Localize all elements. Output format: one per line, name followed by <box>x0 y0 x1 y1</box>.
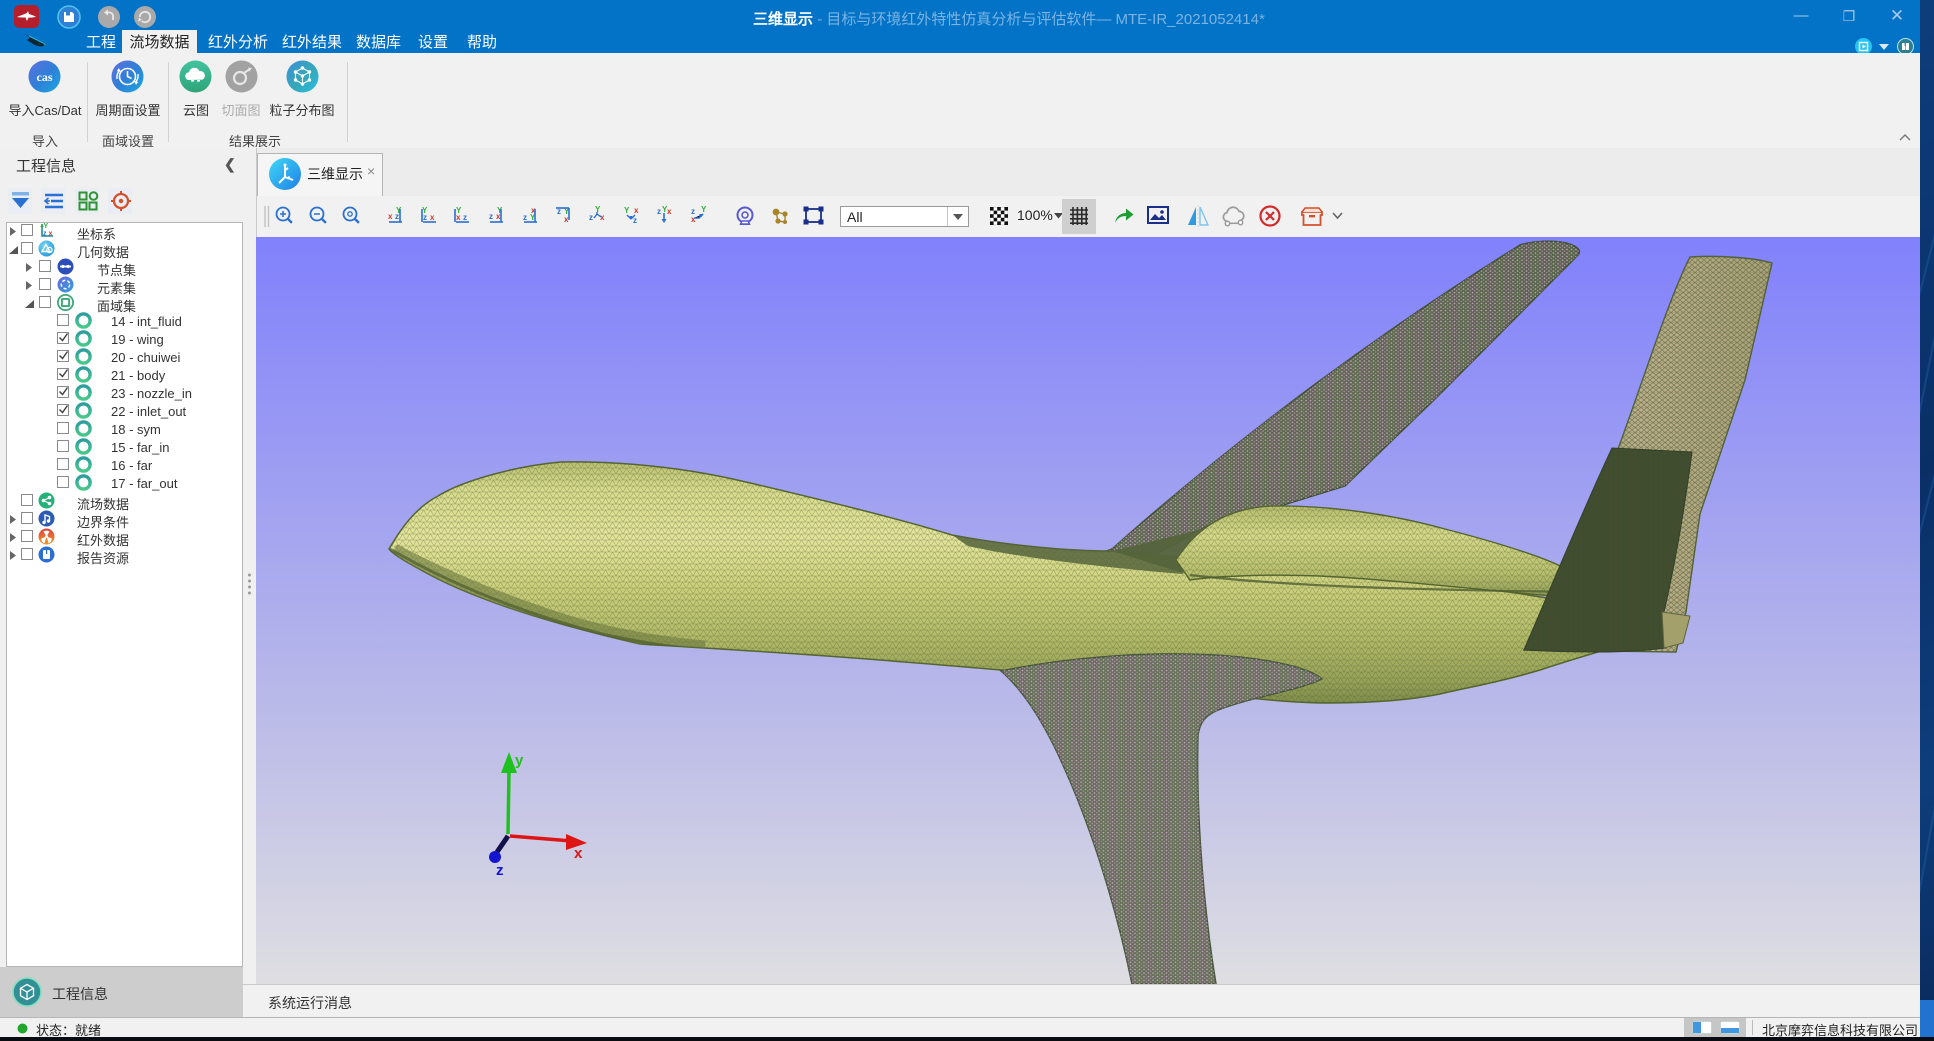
svg-text:z: z <box>496 862 504 879</box>
svg-text:z: z <box>463 213 467 222</box>
svg-text:Y: Y <box>396 206 402 215</box>
svg-text:Y: Y <box>624 206 630 215</box>
svg-text:x: x <box>691 215 696 224</box>
svg-text:x: x <box>634 206 639 215</box>
svg-text:Y: Y <box>422 206 428 215</box>
svg-text:z: z <box>489 212 493 221</box>
svg-text:z: z <box>589 213 593 222</box>
svg-text:x: x <box>667 207 672 216</box>
svg-text:z: z <box>657 207 661 216</box>
svg-text:y: y <box>515 752 524 769</box>
svg-text:Y: Y <box>662 205 668 214</box>
svg-text:cas: cas <box>37 70 53 84</box>
svg-text:x: x <box>430 213 435 222</box>
svg-text:x: x <box>574 845 583 862</box>
svg-text:z: z <box>523 213 527 222</box>
svg-text:x: x <box>600 213 605 222</box>
svg-text:Y: Y <box>497 206 503 215</box>
svg-text:Y: Y <box>456 206 462 215</box>
svg-text:x: x <box>388 212 393 221</box>
svg-text:Y: Y <box>701 205 707 214</box>
svg-text:Y: Y <box>595 205 601 214</box>
